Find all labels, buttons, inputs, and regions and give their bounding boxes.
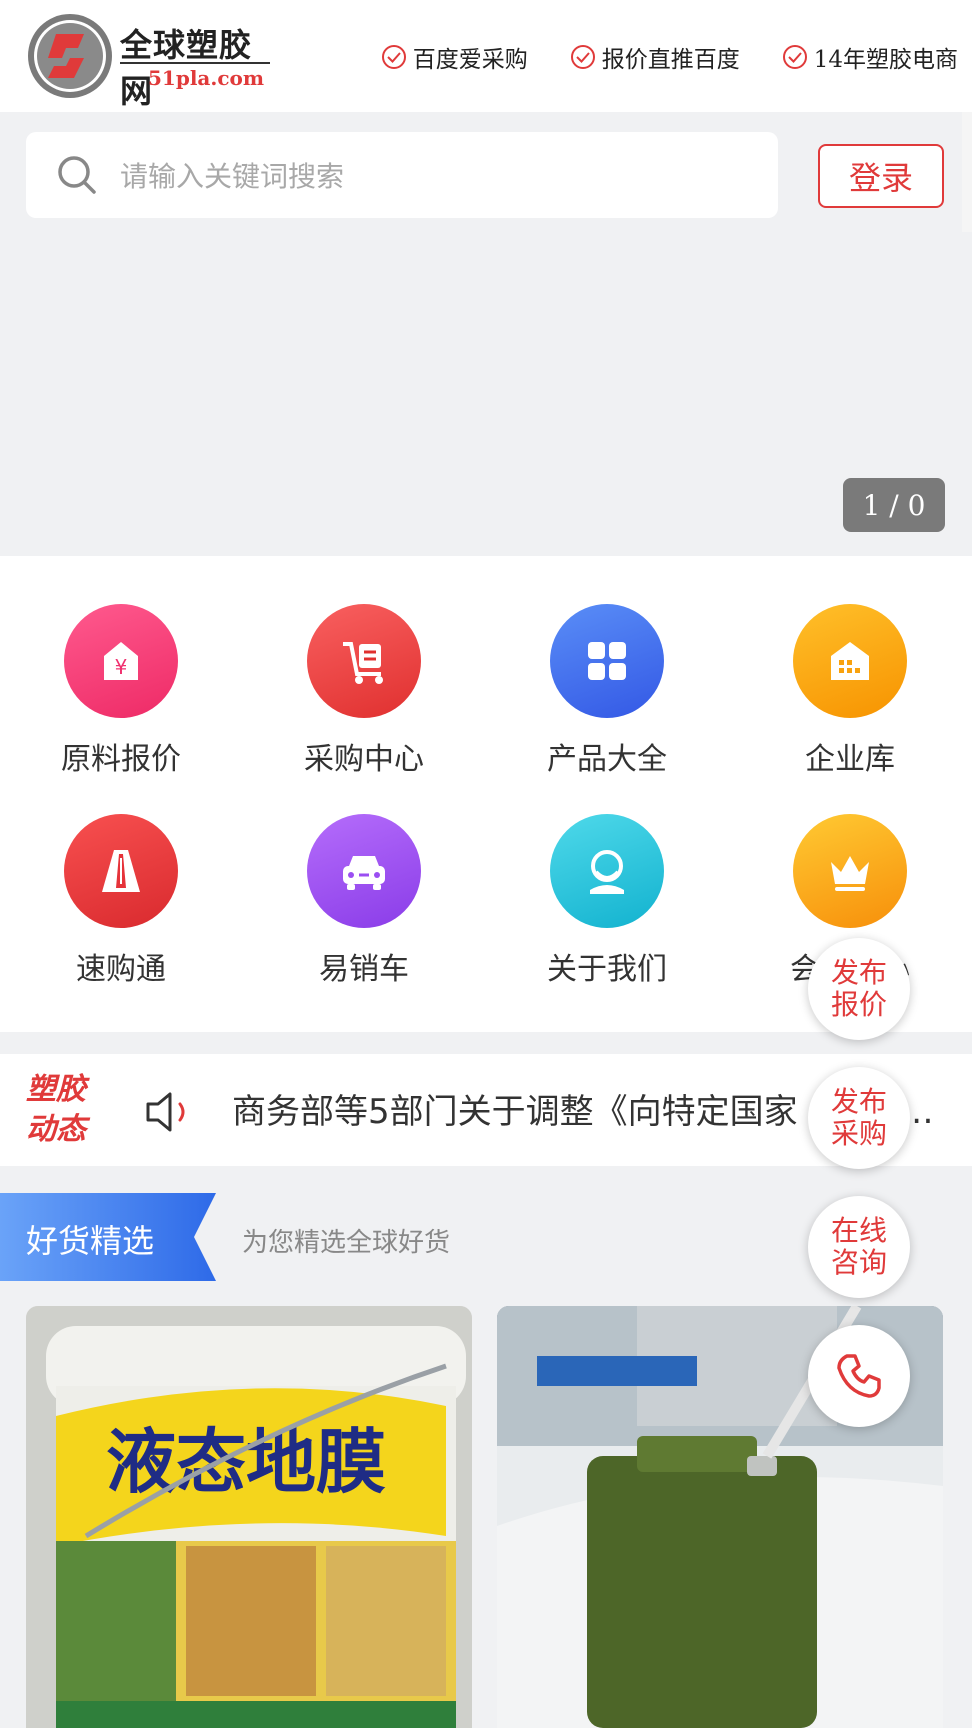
menu-label: 产品大全 <box>547 742 667 777</box>
float-label-line2: 采购 <box>830 1117 887 1150</box>
product-image: 液态地膜 <box>26 1306 472 1728</box>
road-icon <box>64 814 178 928</box>
menu-label: 采购中心 <box>304 742 424 777</box>
cart-icon <box>307 604 421 718</box>
news-tag-line2: 动态 <box>26 1112 86 1147</box>
badge-label: 百度爱采购 <box>412 47 528 73</box>
menu-label: 原料报价 <box>61 742 181 777</box>
online-consult-button[interactable]: 在线 咨询 <box>808 1196 910 1298</box>
section-subtitle: 为您精选全球好货 <box>242 1228 451 1258</box>
badge-label: 14年塑胶电商 <box>813 47 958 73</box>
menu-label: 关于我们 <box>547 952 667 987</box>
search-placeholder: 请输入关键词搜索 <box>120 160 345 193</box>
check-circle-icon <box>381 45 406 69</box>
top-header: 全球塑胶网 51pla.com 百度爱采购 报价直推百度 14年塑胶电商 <box>0 0 972 112</box>
publish-quote-button[interactable]: 发布 报价 <box>808 938 910 1040</box>
building-icon <box>793 604 907 718</box>
menu-item-purchase[interactable]: 采购中心 <box>264 604 464 778</box>
about-icon <box>550 814 664 928</box>
crown-icon <box>793 814 907 928</box>
menu-label: 企业库 <box>805 742 895 777</box>
menu-item-about[interactable]: 关于我们 <box>507 814 707 988</box>
product-card[interactable]: 液态地膜 <box>26 1306 472 1728</box>
menu-item-price[interactable]: ¥ 原料报价 <box>21 604 221 778</box>
float-label-line1: 发布 <box>830 1085 887 1118</box>
menu-item-companies[interactable]: 企业库 <box>750 604 950 778</box>
badge-years: 14年塑胶电商 <box>782 40 958 74</box>
publish-purchase-button[interactable]: 发布 采购 <box>808 1067 910 1169</box>
badge-baidu: 百度爱采购 <box>381 40 528 74</box>
float-label-line2: 咨询 <box>830 1246 887 1279</box>
carousel-pager: 1 / 0 <box>843 478 945 532</box>
check-circle-icon <box>570 45 595 69</box>
search-input[interactable]: 请输入关键词搜索 <box>26 132 778 218</box>
news-tag: 塑胶 动态 <box>26 1070 110 1150</box>
login-button[interactable]: 登录 <box>818 144 944 208</box>
site-logo[interactable]: 全球塑胶网 51pla.com <box>26 12 270 110</box>
service-badges: 百度爱采购 报价直推百度 14年塑胶电商 <box>339 40 958 74</box>
logo-divider <box>120 62 270 64</box>
badge-quote: 报价直推百度 <box>570 40 740 74</box>
logo-mark-icon <box>28 14 112 98</box>
search-icon <box>58 156 96 194</box>
menu-item-quickbuy[interactable]: 速购通 <box>21 814 221 988</box>
float-label-line1: 发布 <box>830 956 887 989</box>
speaker-icon <box>146 1092 185 1132</box>
badge-label: 报价直推百度 <box>601 47 740 73</box>
banner-carousel[interactable] <box>0 232 972 556</box>
price-tag-icon: ¥ <box>64 604 178 718</box>
menu-item-products[interactable]: 产品大全 <box>507 604 707 778</box>
check-circle-icon <box>782 45 807 69</box>
svg-text:¥: ¥ <box>115 655 128 679</box>
news-tag-line1: 塑胶 <box>26 1072 86 1107</box>
product-label-text: 液态地膜 <box>106 1420 386 1503</box>
section-title: 好货精选 <box>26 1222 155 1260</box>
float-label-line2: 报价 <box>830 988 887 1021</box>
float-label-line1: 在线 <box>830 1214 887 1247</box>
menu-label: 速购通 <box>76 952 166 987</box>
menu-item-salescar[interactable]: 易销车 <box>264 814 464 988</box>
grid-icon <box>550 604 664 718</box>
car-icon <box>307 814 421 928</box>
logo-domain: 51pla.com <box>148 66 265 90</box>
phone-icon <box>837 1354 881 1398</box>
menu-label: 易销车 <box>319 952 409 987</box>
phone-call-button[interactable] <box>808 1325 910 1427</box>
